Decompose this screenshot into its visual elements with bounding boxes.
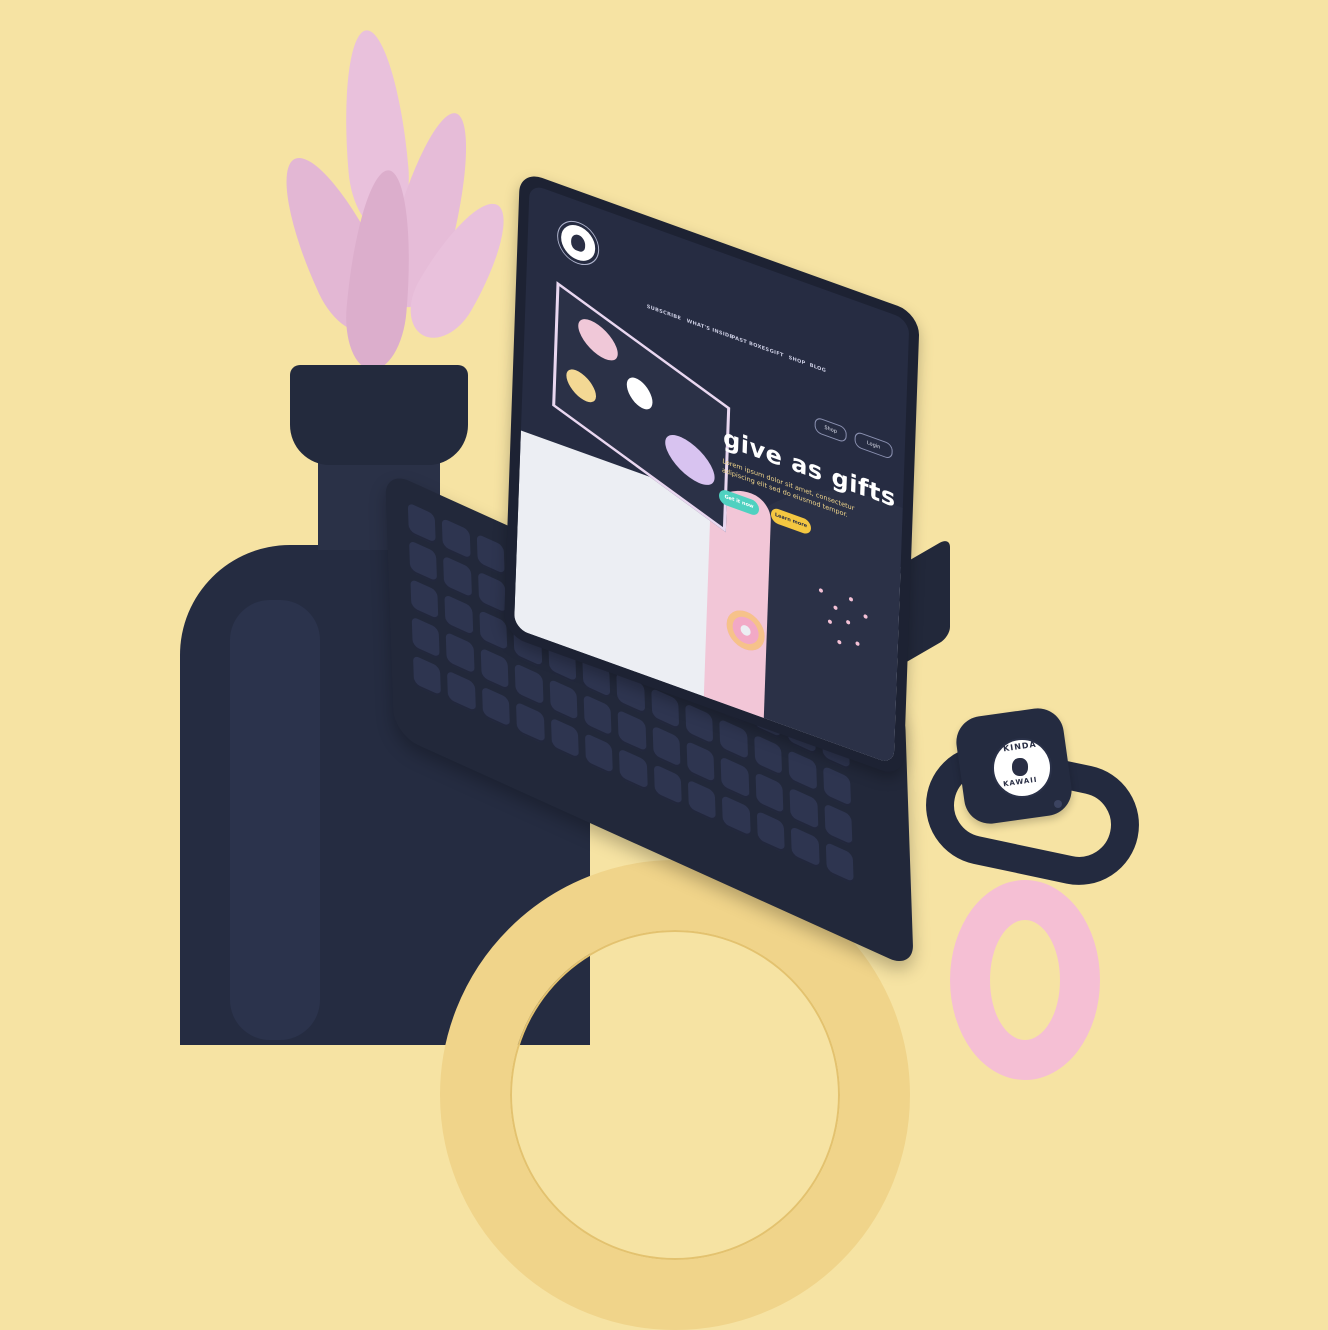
key <box>619 747 648 792</box>
key <box>653 763 682 807</box>
key <box>584 732 614 776</box>
plant-pot <box>290 365 468 465</box>
cat-logo-icon <box>570 232 586 254</box>
key <box>687 778 717 823</box>
key <box>722 794 751 838</box>
key <box>686 740 715 785</box>
key <box>516 701 545 745</box>
key <box>755 771 784 816</box>
nav-gift[interactable]: GIFT <box>770 348 784 359</box>
key <box>410 578 439 622</box>
key <box>549 678 578 722</box>
nav-shop[interactable]: SHOP <box>789 355 806 367</box>
key <box>789 787 819 831</box>
key <box>822 765 852 809</box>
key <box>790 825 820 869</box>
login-button[interactable]: Login <box>854 430 893 461</box>
cat-logo-icon <box>1012 758 1028 776</box>
key <box>514 663 544 707</box>
key <box>447 669 476 714</box>
key <box>411 616 441 660</box>
kinda-kawaii-logo[interactable] <box>557 216 599 270</box>
nav-subscribe[interactable]: SUBSCRIBE <box>647 304 682 322</box>
key <box>412 654 442 698</box>
box-pattern <box>664 424 716 496</box>
vase-shading <box>230 600 320 1040</box>
key <box>444 593 474 638</box>
key <box>442 517 471 562</box>
watch-crown <box>1054 800 1062 808</box>
nav-whats-inside[interactable]: WHAT'S INSIDE <box>687 318 734 341</box>
key <box>583 694 612 738</box>
key <box>443 555 472 600</box>
key <box>409 540 438 584</box>
key <box>407 502 437 546</box>
key <box>446 631 475 676</box>
key <box>477 571 507 615</box>
key <box>652 725 681 769</box>
pink-donut <box>950 880 1100 1080</box>
shop-button[interactable]: Shop <box>814 416 847 444</box>
key <box>550 716 579 760</box>
key <box>617 709 647 754</box>
donut-hole <box>740 623 751 638</box>
key <box>480 647 509 691</box>
box-pattern <box>565 362 597 409</box>
key <box>824 803 853 847</box>
key <box>476 533 505 577</box>
nav-blog[interactable]: BLOG <box>810 362 827 374</box>
key <box>481 685 511 729</box>
key <box>756 809 786 854</box>
product-mockup-scene: SUBSCRIBE WHAT'S INSIDE PAST BOXES GIFT … <box>0 0 1328 1330</box>
key <box>825 841 854 885</box>
nav-past-boxes[interactable]: PAST BOXES <box>732 334 770 353</box>
key <box>788 749 817 793</box>
box-logo <box>626 371 653 416</box>
box-pattern <box>577 310 619 369</box>
key <box>720 756 750 800</box>
